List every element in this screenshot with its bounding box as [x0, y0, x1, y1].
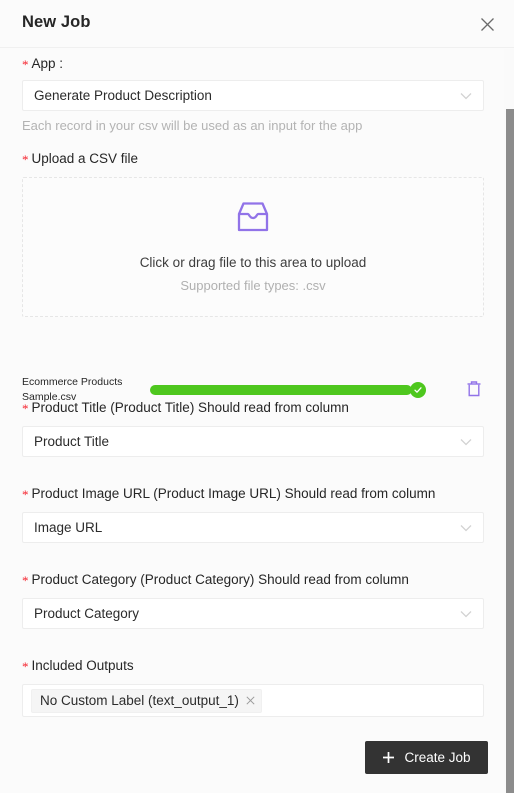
mapping-label: * Product Category (Product Category) Sho… [22, 571, 484, 589]
upload-label-text: Upload a CSV file [31, 151, 139, 166]
mapping-label-text: Product Category (Product Category) Shou… [31, 572, 409, 587]
mapping-select-product-category[interactable]: Product Category [22, 598, 484, 629]
app-hint: Each record in your csv will be used as … [22, 118, 363, 133]
dropzone-primary-text: Click or drag file to this area to uploa… [139, 255, 367, 270]
plus-icon [382, 751, 395, 764]
mapping-label: * Product Image URL (Product Image URL) S… [22, 485, 484, 503]
required-marker: * [22, 152, 29, 167]
app-select-value: Generate Product Description [34, 88, 212, 103]
page-title: New Job [22, 13, 91, 31]
mapping-select-product-title[interactable]: Product Title [22, 426, 484, 457]
chevron-down-icon [460, 610, 472, 618]
required-marker: * [22, 57, 29, 72]
upload-field: * Upload a CSV file Click or drag file to… [22, 150, 484, 317]
close-icon[interactable] [474, 11, 500, 37]
required-marker: * [22, 487, 29, 502]
mapping-select-value: Product Category [34, 606, 140, 621]
output-tag[interactable]: No Custom Label (text_output_1) [31, 688, 262, 713]
mapping-label: * Product Title (Product Title) Should re… [22, 399, 484, 417]
create-job-label: Create Job [404, 750, 471, 765]
mapping-field-product-category: * Product Category (Product Category) Sho… [22, 571, 484, 629]
mapping-select-product-image-url[interactable]: Image URL [22, 512, 484, 543]
required-marker: * [22, 401, 29, 416]
check-circle-icon [410, 382, 426, 398]
chevron-down-icon [460, 92, 472, 100]
inbox-icon [235, 201, 271, 233]
app-select[interactable]: Generate Product Description [22, 80, 484, 111]
modal-header: New Job [0, 0, 514, 48]
file-dropzone[interactable]: Click or drag file to this area to uploa… [22, 177, 484, 317]
required-marker: * [22, 659, 29, 674]
app-field: * App : Generate Product Description Each… [22, 55, 484, 135]
mapping-label-text: Product Title (Product Title) Should rea… [31, 400, 349, 415]
mapping-select-value: Image URL [34, 520, 103, 535]
close-icon[interactable] [246, 696, 255, 705]
chevron-down-icon [460, 524, 472, 532]
scrollbar-thumb[interactable] [506, 109, 514, 793]
required-marker: * [22, 573, 29, 588]
mapping-select-value: Product Title [34, 434, 110, 449]
mapping-field-product-image-url: * Product Image URL (Product Image URL) S… [22, 485, 484, 543]
app-label-text: App : [31, 56, 64, 71]
upload-progress-bar [150, 385, 412, 395]
new-job-modal: New Job * App : Generate Product Descript… [0, 0, 514, 793]
chevron-down-icon [460, 438, 472, 446]
output-tag-label: No Custom Label (text_output_1) [40, 693, 239, 708]
included-outputs-select[interactable]: No Custom Label (text_output_1) [22, 684, 484, 717]
mapping-field-product-title: * Product Title (Product Title) Should re… [22, 399, 484, 457]
upload-progress [150, 385, 412, 395]
included-outputs-label-text: Included Outputs [31, 658, 134, 673]
app-label: * App : [22, 55, 484, 73]
scrollbar-track[interactable] [504, 49, 514, 793]
upload-label: * Upload a CSV file [22, 150, 484, 168]
included-outputs-label: * Included Outputs [22, 657, 484, 675]
trash-icon[interactable] [466, 380, 484, 400]
dropzone-secondary-text: Supported file types: .csv [180, 278, 326, 293]
create-job-button[interactable]: Create Job [365, 741, 488, 774]
mapping-label-text: Product Image URL (Product Image URL) Sh… [31, 486, 436, 501]
included-outputs-field: * Included Outputs No Custom Label (text_… [22, 657, 484, 717]
